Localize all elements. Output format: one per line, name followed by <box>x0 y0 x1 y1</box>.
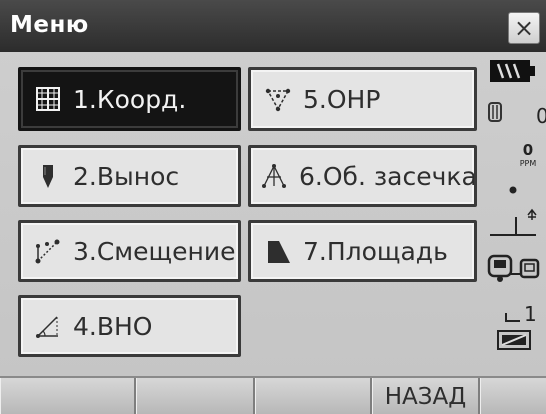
prism-constant-value: 0 <box>536 104 546 128</box>
prism-target-icon <box>488 102 502 122</box>
menu-item-coordinates[interactable]: 1.Коорд. <box>18 67 241 131</box>
close-icon: × <box>513 14 535 42</box>
communication-icon <box>487 254 540 282</box>
menu-item-label: 7.Площадь <box>303 236 448 266</box>
softkey-f2[interactable] <box>136 378 255 414</box>
menu-item-label: 2.Вынос <box>73 161 180 191</box>
tilt-compensation-icon <box>490 208 537 236</box>
softkey-f3[interactable] <box>255 378 372 414</box>
input-mode-value: 1 <box>524 302 537 326</box>
menu-item-area[interactable]: 7.Площадь <box>248 220 477 282</box>
menu-item-label: 6.Об. засечка <box>299 161 477 191</box>
menu-item-offset[interactable]: 3.Смещение <box>18 220 241 282</box>
laser-dot-icon <box>509 186 517 194</box>
menu-item-label: 4.ВНО <box>73 311 153 341</box>
menu-item-resection[interactable]: 6.Об. засечка <box>248 145 477 207</box>
ppm-unit: PPM <box>520 159 537 168</box>
menu-item-stakeout[interactable]: 2.Вынос <box>18 145 241 207</box>
menu-item-label: 3.Смещение <box>73 236 236 266</box>
area-shape-icon <box>265 238 291 264</box>
menu-item-missing-line[interactable]: 5.ОНР <box>248 67 477 131</box>
app-screen: Меню × 1.Коорд. 2.Вынос 3.Смещение 4.ВНО… <box>0 0 546 414</box>
offset-points-icon <box>35 238 61 264</box>
status-icons: 0 0 PPM 1 <box>487 60 546 350</box>
target-triangle-icon <box>265 86 291 112</box>
title-bar: Меню × <box>0 0 546 52</box>
close-button[interactable]: × <box>508 12 540 44</box>
status-bar: 0 0 PPM 1 <box>484 55 546 375</box>
window-title: Меню <box>10 12 89 38</box>
memory-card-icon <box>497 330 531 350</box>
resection-icon <box>261 163 287 189</box>
stakeout-marker-icon <box>35 163 61 189</box>
menu-item-label: 1.Коорд. <box>73 84 187 114</box>
menu-item-label: 5.ОНР <box>303 84 381 114</box>
ppm-value: 0 <box>523 141 533 159</box>
softkey-f5[interactable] <box>480 378 546 414</box>
softkey-f1[interactable] <box>0 378 136 414</box>
angle-measure-icon <box>35 313 61 339</box>
back-button[interactable]: НАЗАД <box>372 378 480 414</box>
input-mode-icon <box>505 313 520 322</box>
coordinates-grid-icon <box>35 86 61 112</box>
menu-item-remote-elevation[interactable]: 4.ВНО <box>18 295 241 357</box>
softkey-label: НАЗАД <box>384 384 467 410</box>
battery-icon <box>490 60 535 82</box>
softkey-bar: НАЗАД <box>0 376 546 414</box>
